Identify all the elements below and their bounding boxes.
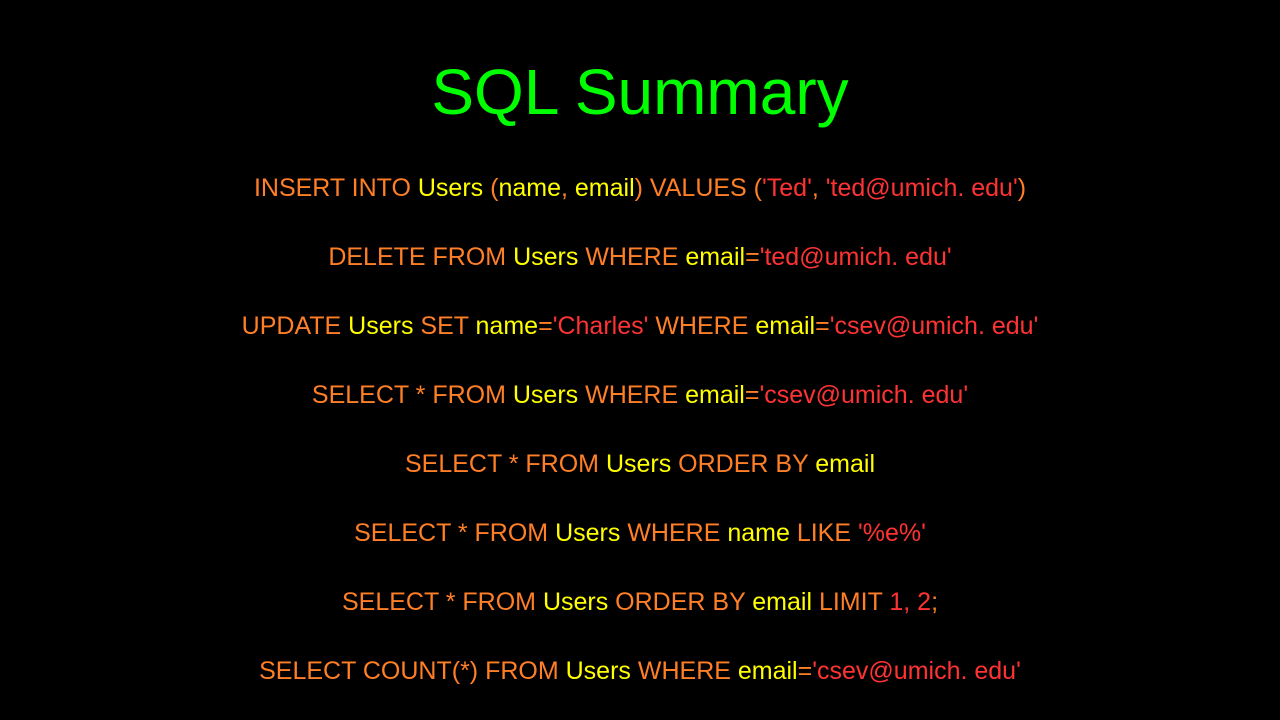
sql-keyword: DELETE FROM [328,243,513,271]
sql-keyword: WHERE [578,243,685,271]
sql-keyword: WHERE [578,381,685,409]
sql-statement: SELECT COUNT(*) FROM Users WHERE email='… [259,657,1021,686]
sql-keyword: SELECT * FROM [354,519,555,547]
sql-keyword: = [815,312,830,340]
sql-literal: 'csev@umich. edu' [812,657,1021,685]
sql-keyword: LIMIT [812,588,889,616]
sql-keyword: SELECT * FROM [312,381,513,409]
sql-identifier: Users [606,450,671,478]
sql-identifier: email [815,450,875,478]
slide-title: SQL Summary [431,55,848,129]
sql-identifier: Users [513,243,578,271]
sql-literal: 1, 2 [889,588,931,616]
statements-list: INSERT INTO Users (name, email) VALUES (… [0,174,1280,686]
sql-keyword: ( [483,174,498,202]
sql-keyword: SELECT * FROM [342,588,543,616]
sql-literal: 'Charles' [553,312,649,340]
sql-keyword: ORDER BY [608,588,752,616]
sql-statement: SELECT * FROM Users WHERE name LIKE '%e%… [354,519,926,548]
sql-identifier: Users [566,657,631,685]
sql-identifier: email [685,381,745,409]
sql-keyword: = [538,312,553,340]
sql-keyword: WHERE [620,519,727,547]
sql-identifier: email [738,657,798,685]
sql-keyword: WHERE [631,657,738,685]
sql-identifier: name [727,519,790,547]
sql-keyword: , [812,174,826,202]
sql-identifier: Users [555,519,620,547]
sql-identifier: email [575,174,635,202]
sql-identifier: Users [348,312,413,340]
sql-keyword: ; [931,588,938,616]
sql-literal: 'csev@umich. edu' [830,312,1039,340]
sql-keyword: SELECT COUNT(*) FROM [259,657,566,685]
sql-literal: 'Ted' [762,174,812,202]
sql-identifier: name [476,312,539,340]
sql-keyword: = [745,243,760,271]
sql-statement: SELECT * FROM Users ORDER BY email LIMIT… [342,588,938,617]
slide-container: SQL Summary INSERT INTO Users (name, ema… [0,0,1280,720]
sql-statement: INSERT INTO Users (name, email) VALUES (… [254,174,1026,203]
sql-keyword: ) [1018,174,1026,202]
sql-keyword: WHERE [648,312,755,340]
sql-identifier: name [498,174,561,202]
sql-literal: 'ted@umich. edu' [760,243,952,271]
sql-keyword: SELECT * FROM [405,450,606,478]
sql-identifier: Users [513,381,578,409]
sql-keyword: = [798,657,813,685]
sql-keyword: = [745,381,760,409]
sql-keyword: , [561,174,575,202]
sql-keyword: UPDATE [242,312,349,340]
sql-identifier: email [755,312,815,340]
sql-keyword: SET [413,312,475,340]
sql-keyword: INSERT INTO [254,174,418,202]
sql-keyword: LIKE [790,519,858,547]
sql-statement: UPDATE Users SET name='Charles' WHERE em… [242,312,1039,341]
sql-statement: DELETE FROM Users WHERE email='ted@umich… [328,243,951,272]
sql-identifier: Users [418,174,483,202]
sql-keyword: ) VALUES ( [635,174,762,202]
sql-literal: '%e%' [858,519,926,547]
sql-literal: 'ted@umich. edu' [826,174,1018,202]
sql-keyword: ORDER BY [671,450,815,478]
sql-literal: 'csev@umich. edu' [759,381,968,409]
sql-statement: SELECT * FROM Users ORDER BY email [405,450,875,479]
sql-statement: SELECT * FROM Users WHERE email='csev@um… [312,381,968,410]
sql-identifier: email [752,588,812,616]
sql-identifier: Users [543,588,608,616]
sql-identifier: email [685,243,745,271]
